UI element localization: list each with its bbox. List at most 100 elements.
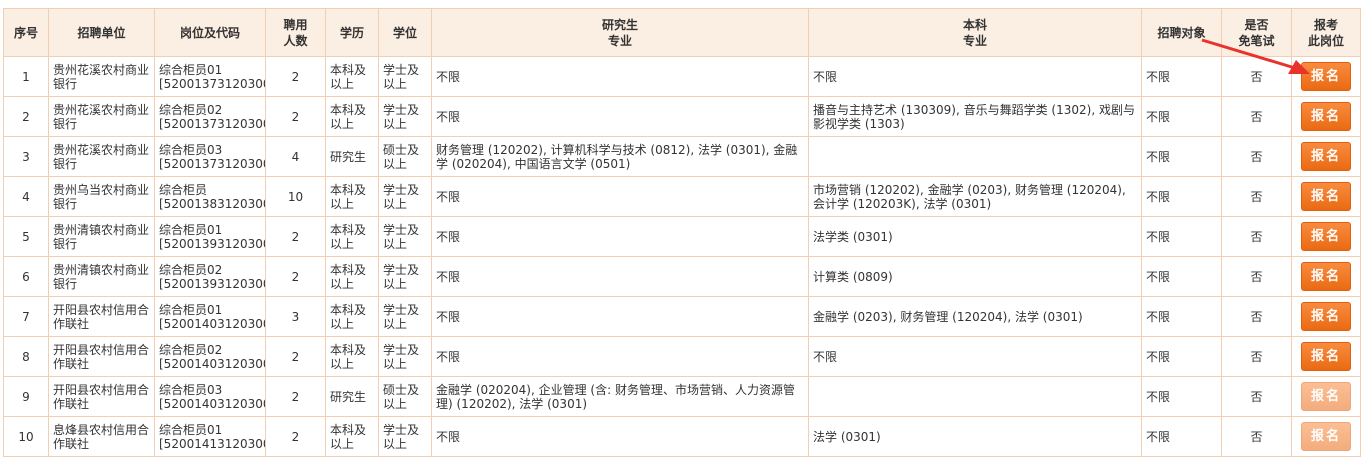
cell-position: 综合柜员[520013831203001] bbox=[154, 176, 266, 217]
cell-index: 3 bbox=[3, 136, 49, 177]
table-row: 7开阳县农村信用合作联社综合柜员01[520014031203001]3本科及以… bbox=[3, 296, 1361, 337]
table-row: 8开阳县农村信用合作联社综合柜员02[520014031203002]2本科及以… bbox=[3, 336, 1361, 377]
cell-target: 不限 bbox=[1141, 96, 1222, 137]
table-row: 1贵州花溪农村商业银行综合柜员01[520013731203001]2本科及以上… bbox=[3, 56, 1361, 97]
cell-count: 4 bbox=[265, 136, 326, 177]
cell-count: 3 bbox=[265, 296, 326, 337]
cell-grad-major: 不限 bbox=[431, 336, 809, 377]
header-degree: 学位 bbox=[378, 8, 432, 57]
position-name: 综合柜员02 bbox=[159, 262, 223, 277]
cell-unit: 贵州清镇农村商业银行 bbox=[48, 216, 155, 257]
position-name: 综合柜员01 bbox=[159, 222, 223, 237]
cell-position: 综合柜员01[520014031203001] bbox=[154, 296, 266, 337]
cell-count: 2 bbox=[265, 56, 326, 97]
cell-degree: 学士及以上 bbox=[378, 416, 432, 457]
cell-undergrad-major bbox=[808, 136, 1142, 177]
header-index: 序号 bbox=[3, 8, 49, 57]
cell-position: 综合柜员01[520013731203001] bbox=[154, 56, 266, 97]
position-name: 综合柜员02 bbox=[159, 102, 223, 117]
position-code: [520014031203002] bbox=[159, 356, 265, 371]
cell-degree: 学士及以上 bbox=[378, 216, 432, 257]
cell-education: 研究生 bbox=[325, 376, 379, 417]
cell-count: 2 bbox=[265, 96, 326, 137]
header-undergrad-major: 本科 专业 bbox=[808, 8, 1142, 57]
cell-degree: 硕士及以上 bbox=[378, 136, 432, 177]
cell-count: 2 bbox=[265, 256, 326, 297]
cell-undergrad-major: 法学类 (0301) bbox=[808, 216, 1142, 257]
cell-education: 本科及以上 bbox=[325, 256, 379, 297]
cell-target: 不限 bbox=[1141, 296, 1222, 337]
cell-position: 综合柜员02[520013731203002] bbox=[154, 96, 266, 137]
cell-index: 7 bbox=[3, 296, 49, 337]
apply-button[interactable]: 报名 bbox=[1301, 62, 1351, 91]
apply-button[interactable]: 报名 bbox=[1301, 142, 1351, 171]
cell-position: 综合柜员02[520013931203002] bbox=[154, 256, 266, 297]
cell-index: 6 bbox=[3, 256, 49, 297]
apply-button[interactable]: 报名 bbox=[1301, 222, 1351, 251]
cell-grad-major: 金融学 (020204), 企业管理 (含: 财务管理、市场营销、人力资源管理)… bbox=[431, 376, 809, 417]
cell-undergrad-major: 不限 bbox=[808, 56, 1142, 97]
cell-unit: 开阳县农村信用合作联社 bbox=[48, 376, 155, 417]
apply-button[interactable]: 报名 bbox=[1301, 302, 1351, 331]
cell-count: 2 bbox=[265, 416, 326, 457]
cell-apply: 报名 bbox=[1291, 56, 1361, 97]
apply-button[interactable]: 报名 bbox=[1301, 342, 1351, 371]
position-name: 综合柜员01 bbox=[159, 302, 223, 317]
cell-exempt: 否 bbox=[1221, 416, 1292, 457]
cell-degree: 学士及以上 bbox=[378, 336, 432, 377]
cell-unit: 贵州花溪农村商业银行 bbox=[48, 96, 155, 137]
apply-button[interactable]: 报名 bbox=[1301, 382, 1351, 411]
cell-apply: 报名 bbox=[1291, 136, 1361, 177]
cell-undergrad-major: 市场营销 (120202), 金融学 (0203), 财务管理 (120204)… bbox=[808, 176, 1142, 217]
cell-exempt: 否 bbox=[1221, 376, 1292, 417]
header-target: 招聘对象 bbox=[1141, 8, 1222, 57]
cell-grad-major: 不限 bbox=[431, 96, 809, 137]
cell-education: 本科及以上 bbox=[325, 336, 379, 377]
cell-exempt: 否 bbox=[1221, 256, 1292, 297]
table-header: 序号 招聘单位 岗位及代码 聘用 人数 学历 学位 研究生 专业 本科 专业 招聘对象… bbox=[3, 8, 1361, 57]
cell-count: 2 bbox=[265, 376, 326, 417]
position-code: [520013931203001] bbox=[159, 236, 265, 251]
cell-grad-major: 不限 bbox=[431, 416, 809, 457]
position-name: 综合柜员03 bbox=[159, 382, 223, 397]
cell-education: 本科及以上 bbox=[325, 416, 379, 457]
position-name: 综合柜员03 bbox=[159, 142, 223, 157]
cell-degree: 学士及以上 bbox=[378, 56, 432, 97]
cell-exempt: 否 bbox=[1221, 176, 1292, 217]
cell-position: 综合柜员03[520013731203003] bbox=[154, 136, 266, 177]
cell-grad-major: 不限 bbox=[431, 176, 809, 217]
cell-target: 不限 bbox=[1141, 376, 1222, 417]
positions-table: 序号 招聘单位 岗位及代码 聘用 人数 学历 学位 研究生 专业 本科 专业 招聘对象… bbox=[3, 8, 1361, 457]
apply-button[interactable]: 报名 bbox=[1301, 182, 1351, 211]
cell-apply: 报名 bbox=[1291, 416, 1361, 457]
cell-education: 本科及以上 bbox=[325, 176, 379, 217]
table-row: 2贵州花溪农村商业银行综合柜员02[520013731203002]2本科及以上… bbox=[3, 96, 1361, 137]
position-code: [520013731203001] bbox=[159, 76, 265, 91]
cell-apply: 报名 bbox=[1291, 96, 1361, 137]
cell-unit: 开阳县农村信用合作联社 bbox=[48, 296, 155, 337]
cell-apply: 报名 bbox=[1291, 216, 1361, 257]
header-grad-major: 研究生 专业 bbox=[431, 8, 809, 57]
cell-grad-major: 不限 bbox=[431, 216, 809, 257]
position-name: 综合柜员02 bbox=[159, 342, 223, 357]
header-unit: 招聘单位 bbox=[48, 8, 155, 57]
cell-target: 不限 bbox=[1141, 176, 1222, 217]
cell-unit: 贵州花溪农村商业银行 bbox=[48, 56, 155, 97]
header-education: 学历 bbox=[325, 8, 379, 57]
cell-index: 5 bbox=[3, 216, 49, 257]
cell-exempt: 否 bbox=[1221, 296, 1292, 337]
table-row: 3贵州花溪农村商业银行综合柜员03[520013731203003]4研究生硕士… bbox=[3, 136, 1361, 177]
cell-position: 综合柜员01[520014131203001] bbox=[154, 416, 266, 457]
cell-unit: 开阳县农村信用合作联社 bbox=[48, 336, 155, 377]
cell-index: 10 bbox=[3, 416, 49, 457]
cell-education: 本科及以上 bbox=[325, 296, 379, 337]
position-code: [520013731203002] bbox=[159, 116, 265, 131]
apply-button[interactable]: 报名 bbox=[1301, 262, 1351, 291]
cell-target: 不限 bbox=[1141, 416, 1222, 457]
position-code: [520014031203003] bbox=[159, 396, 265, 411]
cell-count: 2 bbox=[265, 216, 326, 257]
cell-apply: 报名 bbox=[1291, 176, 1361, 217]
apply-button[interactable]: 报名 bbox=[1301, 102, 1351, 131]
apply-button[interactable]: 报名 bbox=[1301, 422, 1351, 451]
cell-index: 2 bbox=[3, 96, 49, 137]
